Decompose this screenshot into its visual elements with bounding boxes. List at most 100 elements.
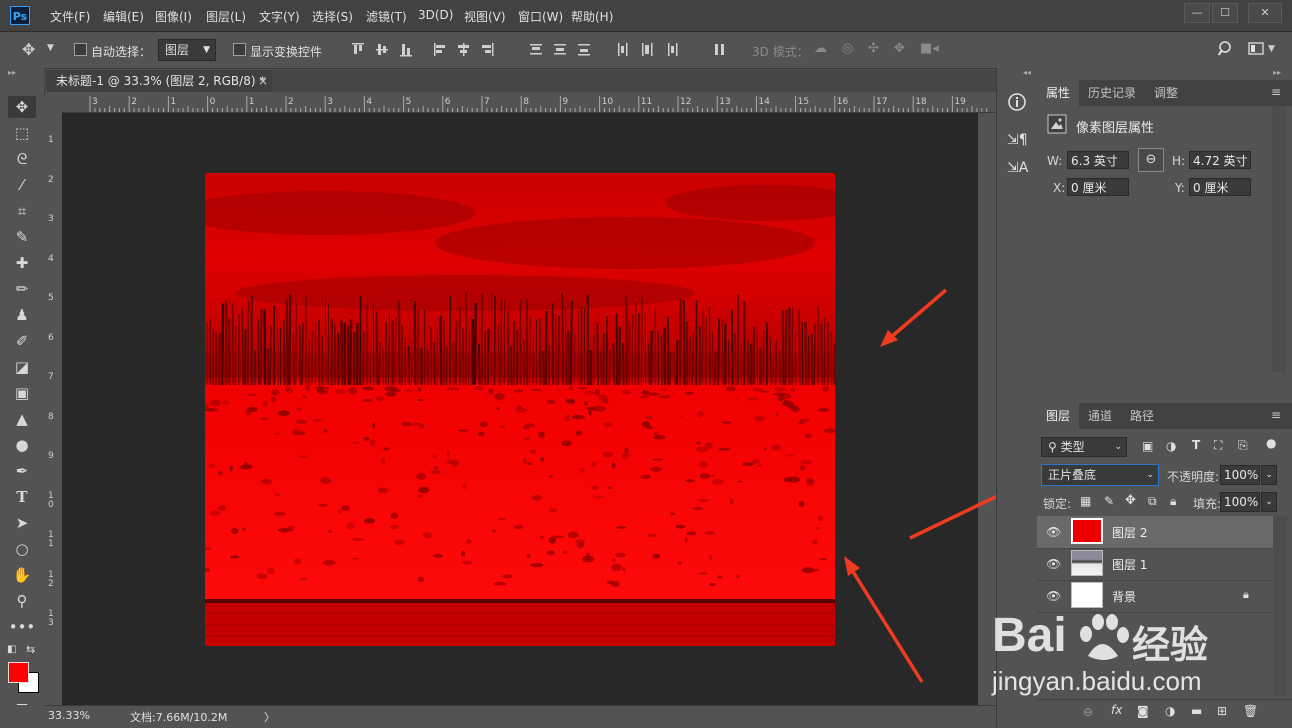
tab-paths[interactable]: 路径: [1123, 403, 1161, 429]
visibility-eye-icon[interactable]: 👁︎: [1046, 525, 1061, 539]
auto-select-checkbox[interactable]: [74, 43, 87, 56]
character-icon[interactable]: ⇲A: [1007, 160, 1028, 176]
dodge-tool-icon[interactable]: ●: [8, 434, 36, 456]
lock-pixels-icon[interactable]: ✎: [1104, 494, 1114, 508]
collapse-icon[interactable]: ◂◂: [1023, 68, 1031, 77]
layer-name[interactable]: 图层 1: [1112, 556, 1147, 573]
blur-tool-icon[interactable]: ▲: [8, 408, 36, 430]
history-brush-tool-icon[interactable]: ✐: [8, 330, 36, 352]
eyedropper-tool-icon[interactable]: ✎: [8, 226, 36, 248]
group-folder-icon[interactable]: ▬: [1191, 704, 1202, 718]
fill-dropdown[interactable]: ⌄: [1261, 492, 1277, 512]
link-layers-icon[interactable]: ⊖: [1083, 705, 1093, 719]
type-tool-icon[interactable]: T: [8, 486, 36, 508]
document-tab[interactable]: 未标题-1 @ 33.3% (图层 2, RGB/8) * ×: [47, 70, 272, 92]
filter-pixel-icon[interactable]: ▣: [1142, 439, 1153, 453]
menu-view[interactable]: 视图(V): [464, 8, 506, 25]
document-image[interactable]: [205, 173, 835, 646]
ellipse-tool-icon[interactable]: ○: [8, 538, 36, 560]
paragraph-icon[interactable]: ⇲¶: [1007, 132, 1028, 148]
3d-orbit-icon[interactable]: ☁: [814, 41, 827, 56]
blend-mode-dropdown[interactable]: 正片叠底 ⌄: [1041, 464, 1159, 486]
brush-tool-icon[interactable]: ✏: [8, 278, 36, 300]
path-select-tool-icon[interactable]: ➤: [8, 512, 36, 534]
visibility-eye-icon[interactable]: 👁︎: [1046, 589, 1061, 603]
workspace-icon[interactable]: [1248, 42, 1264, 56]
collapse-icon[interactable]: ▸▸: [1273, 68, 1281, 77]
status-menu-arrow[interactable]: 〉: [264, 709, 275, 725]
add-mask-icon[interactable]: ◙: [1137, 704, 1149, 718]
opacity-field[interactable]: 100%: [1220, 465, 1260, 485]
zoom-level[interactable]: 33.33%: [48, 709, 90, 722]
show-transform-checkbox[interactable]: [233, 43, 246, 56]
menu-select[interactable]: 选择(S): [312, 8, 353, 25]
layer-row[interactable]: 👁︎ 图层 2: [1037, 516, 1273, 549]
properties-scrollbar[interactable]: [1272, 106, 1286, 372]
healing-brush-tool-icon[interactable]: ✚: [8, 252, 36, 274]
menu-help[interactable]: 帮助(H): [571, 8, 613, 25]
menu-type[interactable]: 文字(Y): [259, 8, 300, 25]
hand-tool-icon[interactable]: ✋: [8, 564, 36, 586]
menu-edit[interactable]: 编辑(E): [103, 8, 144, 25]
auto-select-dropdown[interactable]: 图层 ▼: [158, 39, 216, 61]
menu-file[interactable]: 文件(F): [50, 8, 90, 25]
menu-image[interactable]: 图像(I): [155, 8, 192, 25]
stamp-tool-icon[interactable]: ♟: [8, 304, 36, 326]
tab-layers[interactable]: 图层: [1037, 403, 1079, 429]
link-icon[interactable]: ⊖: [1138, 148, 1164, 172]
tab-close-icon[interactable]: ×: [258, 70, 268, 92]
filter-type-icon[interactable]: T: [1192, 438, 1200, 452]
trash-icon[interactable]: 🗑︎: [1243, 704, 1258, 718]
tab-history[interactable]: 历史记录: [1081, 80, 1143, 106]
lock-position-icon[interactable]: ✥: [1125, 493, 1136, 508]
search-icon[interactable]: [1218, 41, 1234, 57]
menu-window[interactable]: 窗口(W): [518, 8, 563, 25]
marquee-tool-icon[interactable]: ⬚: [8, 122, 36, 144]
lasso-tool-icon[interactable]: ᘓ: [8, 148, 36, 170]
layers-scrollbar[interactable]: [1273, 516, 1287, 696]
info-icon[interactable]: [1007, 92, 1027, 112]
tab-channels[interactable]: 通道: [1081, 403, 1119, 429]
default-colors-icon[interactable]: ◧: [7, 644, 16, 655]
filter-adjustment-icon[interactable]: ◑: [1166, 439, 1176, 453]
panel-menu-icon[interactable]: ≡: [1271, 85, 1281, 99]
3d-pan-icon[interactable]: ✣: [868, 41, 879, 56]
minimize-button[interactable]: —: [1184, 3, 1210, 23]
eraser-tool-icon[interactable]: ◪: [8, 356, 36, 378]
tab-properties[interactable]: 属性: [1037, 80, 1079, 106]
lock-transparent-icon[interactable]: ▦: [1080, 494, 1091, 508]
3d-slide-icon[interactable]: ✥: [894, 41, 905, 56]
move-tool-icon[interactable]: ✥: [8, 96, 36, 118]
new-layer-icon[interactable]: ⊞: [1217, 704, 1227, 718]
align-icons[interactable]: [350, 41, 740, 59]
lock-artboard-icon[interactable]: ⧉: [1148, 494, 1157, 509]
y-field[interactable]: 0 厘米: [1189, 178, 1251, 196]
opacity-dropdown[interactable]: ⌄: [1261, 465, 1277, 485]
fx-icon[interactable]: fx: [1111, 703, 1122, 717]
height-field[interactable]: 4.72 英寸: [1189, 151, 1251, 169]
swap-colors-icon[interactable]: ⇆: [26, 643, 35, 656]
layer-row[interactable]: 👁︎ 背景 🔒︎: [1037, 580, 1273, 613]
filter-toggle-icon[interactable]: ●: [1266, 436, 1276, 450]
crop-tool-icon[interactable]: ⌗: [8, 200, 36, 222]
layer-name[interactable]: 图层 2: [1112, 524, 1147, 541]
width-field[interactable]: 6.3 英寸: [1067, 151, 1129, 169]
visibility-eye-icon[interactable]: 👁︎: [1046, 557, 1061, 571]
collapse-icon[interactable]: ▸▸: [8, 68, 16, 77]
adjustment-layer-icon[interactable]: ◑: [1165, 704, 1175, 718]
foreground-color-swatch[interactable]: [8, 662, 29, 683]
maximize-button[interactable]: ☐: [1212, 3, 1238, 23]
menu-filter[interactable]: 滤镜(T): [366, 8, 407, 25]
x-field[interactable]: 0 厘米: [1067, 178, 1129, 196]
move-tool-icon[interactable]: ✥: [22, 40, 35, 59]
chevron-down-icon[interactable]: ▼: [47, 43, 54, 53]
fill-field[interactable]: 100%: [1220, 492, 1260, 512]
close-button[interactable]: ✕: [1248, 3, 1282, 23]
gradient-tool-icon[interactable]: ▣: [8, 382, 36, 404]
more-tools-icon[interactable]: •••: [8, 616, 36, 638]
lock-all-icon[interactable]: 🔒︎: [1170, 494, 1176, 509]
3d-roll-icon[interactable]: ◎: [842, 41, 853, 56]
layer-filter-dropdown[interactable]: ⚲ 类型 ⌄: [1041, 437, 1127, 457]
layer-name[interactable]: 背景: [1112, 588, 1136, 605]
chevron-down-icon[interactable]: ▼: [1268, 44, 1275, 54]
